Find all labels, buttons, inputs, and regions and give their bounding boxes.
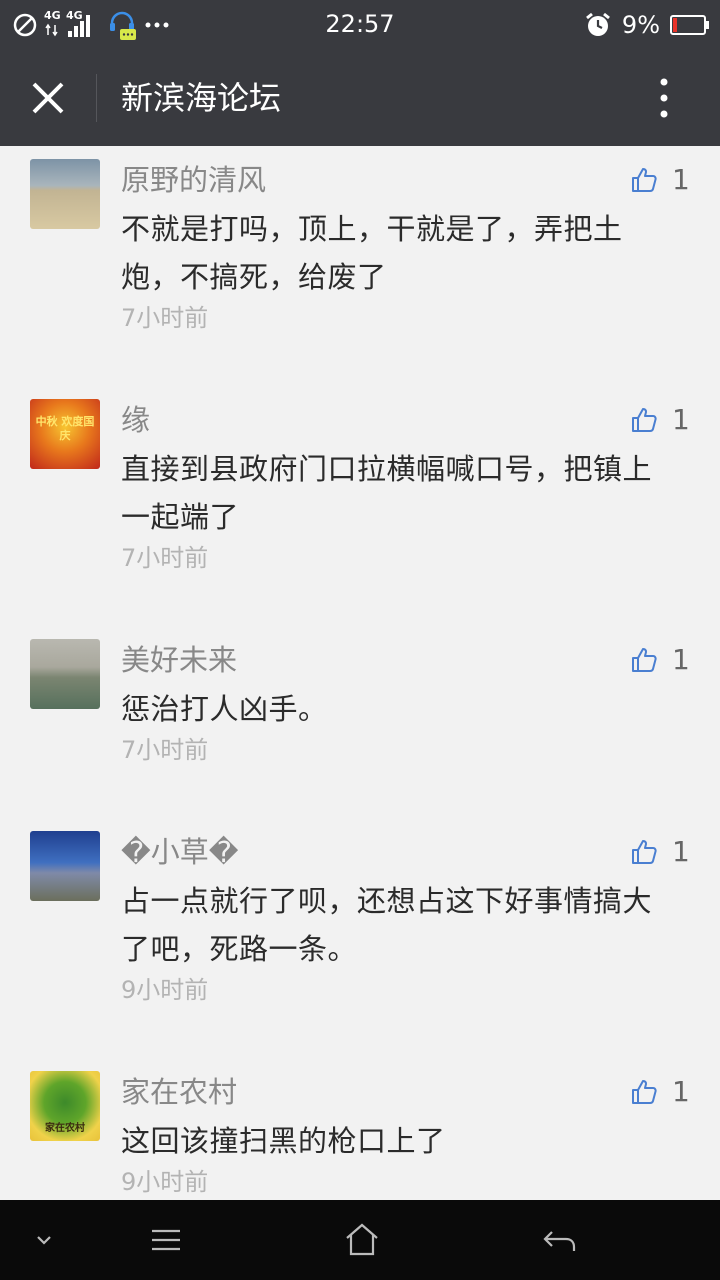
- comment-text: 直接到县政府门口拉横幅喊口号，把镇上一起端了: [121, 452, 653, 534]
- like-button[interactable]: 1: [630, 834, 690, 870]
- like-button[interactable]: 1: [630, 642, 690, 678]
- comment-author[interactable]: 家在农村: [121, 1072, 237, 1112]
- close-icon[interactable]: [26, 76, 70, 120]
- thumbs-up-icon: [632, 1080, 657, 1104]
- like-button[interactable]: 1: [630, 1074, 690, 1110]
- like-count: 1: [672, 643, 690, 676]
- thumbs-up-icon: [632, 168, 657, 192]
- more-vertical-icon[interactable]: [644, 76, 684, 120]
- battery-percent: 9%: [621, 11, 660, 39]
- menu-icon[interactable]: [144, 1220, 188, 1260]
- comment-time: 7小时前: [121, 304, 209, 332]
- battery-icon: [670, 15, 709, 35]
- like-count: 1: [672, 1075, 690, 1108]
- avatar[interactable]: [30, 159, 100, 229]
- navigation-bar: [0, 1200, 720, 1280]
- alarm-icon: [585, 12, 610, 36]
- thumbs-up-icon: [632, 648, 657, 672]
- comment-text: 不就是打吗，顶上，干就是了，弄把土炮，不搞死，给废了: [121, 212, 623, 294]
- title-divider: [96, 74, 97, 122]
- like-count: 1: [672, 163, 690, 196]
- page-title: 新滨海论坛: [121, 79, 282, 117]
- comment-time: 7小时前: [121, 544, 209, 572]
- like-count: 1: [672, 403, 690, 436]
- comment-author[interactable]: 美好未来: [121, 640, 237, 680]
- comment-time: 9小时前: [121, 976, 209, 1004]
- avatar[interactable]: [30, 831, 100, 901]
- chevron-down-icon[interactable]: [22, 1220, 66, 1260]
- status-right: 9%: [584, 9, 710, 41]
- like-button[interactable]: 1: [630, 402, 690, 438]
- comment-text: 这回该撞扫黑的枪口上了: [121, 1124, 446, 1158]
- back-icon[interactable]: [538, 1220, 582, 1260]
- comment-author[interactable]: 原野的清风: [121, 160, 266, 200]
- avatar[interactable]: [30, 639, 100, 709]
- avatar-text: 家在农村: [45, 1123, 85, 1134]
- comment-list[interactable]: 原野的清风 1 不就是打吗，顶上，干就是了，弄把土炮，不搞死，给废了 7小时前 …: [0, 146, 720, 1200]
- avatar[interactable]: 中秋 欢度国庆: [30, 399, 100, 469]
- home-icon[interactable]: [340, 1220, 384, 1260]
- avatar[interactable]: 家在农村: [30, 1071, 100, 1141]
- title-bar: 新滨海论坛: [0, 50, 720, 146]
- comment-text: 占一点就行了呗，还想占这下好事情搞大了吧，死路一条。: [121, 884, 653, 966]
- like-button[interactable]: 1: [630, 162, 690, 198]
- comment-time: 9小时前: [121, 1168, 209, 1196]
- comment-time: 7小时前: [121, 736, 209, 764]
- comment-author[interactable]: �小草�: [121, 832, 238, 872]
- avatar-text: 中秋 欢度国庆: [35, 415, 95, 442]
- like-count: 1: [672, 835, 690, 868]
- thumbs-up-icon: [632, 408, 657, 432]
- status-bar: 4G 4G 22:57 9%: [0, 0, 720, 50]
- comment-text: 惩治打人凶手。: [121, 692, 328, 726]
- comment-author[interactable]: 缘: [121, 400, 150, 440]
- thumbs-up-icon: [632, 840, 657, 864]
